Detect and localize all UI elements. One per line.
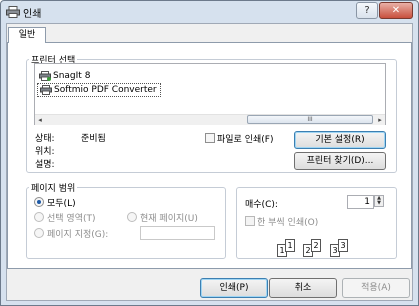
printer-icon — [40, 85, 52, 95]
radio-pages[interactable] — [34, 228, 44, 238]
cancel-button-label: 취소 — [294, 283, 312, 293]
copies-input[interactable]: 1 — [347, 195, 374, 209]
print-button-label: 인쇄(P) — [219, 283, 249, 293]
radio-selection[interactable] — [34, 212, 44, 222]
window-title: 인쇄 — [23, 9, 42, 20]
help-icon: ? — [364, 5, 370, 16]
location-label: 위치: — [35, 147, 55, 157]
close-icon: ✕ — [391, 5, 401, 16]
scroll-right-icon[interactable]: ▸ — [375, 115, 385, 125]
radio-pages-label[interactable]: 페이지 지정(G): — [47, 227, 108, 240]
printer-icon — [39, 71, 51, 81]
spin-down-icon[interactable]: ▼ — [375, 201, 383, 206]
printer-item-snagit[interactable]: SnagIt 8 — [37, 70, 93, 82]
status-label: 상태: — [35, 134, 55, 144]
radio-all-label[interactable]: 모두(L) — [47, 196, 76, 209]
radio-all[interactable] — [34, 197, 44, 207]
collate-checkbox[interactable] — [245, 216, 255, 226]
scroll-thumb[interactable]: III — [247, 115, 373, 124]
copies-label: 매수(C): — [245, 200, 278, 210]
preferences-button-label: 기본 설정(R) — [315, 135, 365, 145]
tab-general[interactable]: 일반 — [8, 27, 46, 43]
scroll-grip: III — [307, 116, 313, 123]
close-button[interactable]: ✕ — [379, 2, 413, 19]
print-dialog-window: 인쇄 ? ✕ 일반 프린터 선택 SnagIt 8 Softmio PDF Co… — [0, 0, 419, 306]
apply-button-label: 적용(A) — [361, 283, 391, 293]
radio-current-page[interactable] — [127, 212, 137, 222]
page-range-title: 페이지 범위 — [29, 181, 78, 194]
radio-current-page-label[interactable]: 현재 페이지(U) — [140, 211, 198, 224]
collate-label[interactable]: 한 부씩 인쇄(O) — [257, 215, 318, 228]
print-button[interactable]: 인쇄(P) — [200, 278, 268, 298]
help-button[interactable]: ? — [356, 2, 378, 19]
tab-label: 일반 — [18, 30, 36, 40]
find-printer-button-label: 프린터 찾기(D)... — [306, 156, 374, 166]
printer-list-scrollbar[interactable]: ◂ III ▸ — [35, 114, 385, 125]
preferences-button[interactable]: 기본 설정(R) — [294, 131, 386, 149]
collate-page: 1 — [285, 239, 295, 252]
printer-name: Softmio PDF Converter — [54, 85, 157, 95]
cancel-button[interactable]: 취소 — [269, 278, 337, 298]
collate-page: 2 — [311, 239, 321, 252]
copies-spinner[interactable]: ▲ ▼ — [374, 195, 384, 207]
title-bar: 인쇄 ? ✕ — [1, 1, 418, 23]
printer-item-softmio[interactable]: Softmio PDF Converter — [37, 83, 161, 97]
radio-selection-label[interactable]: 선택 영역(T) — [47, 211, 96, 224]
scroll-left-icon[interactable]: ◂ — [35, 115, 45, 125]
collate-page: 3 — [338, 239, 348, 252]
printer-icon — [6, 6, 20, 18]
print-to-file-label[interactable]: 파일로 인쇄(F) — [217, 132, 273, 145]
apply-button[interactable]: 적용(A) — [342, 278, 410, 298]
comment-label: 설명: — [35, 160, 55, 170]
printer-name: SnagIt 8 — [53, 71, 91, 81]
print-to-file-checkbox[interactable] — [205, 133, 215, 143]
find-printer-button[interactable]: 프린터 찾기(D)... — [294, 152, 386, 170]
pages-input[interactable] — [140, 226, 215, 240]
status-value: 준비됨 — [81, 134, 106, 144]
